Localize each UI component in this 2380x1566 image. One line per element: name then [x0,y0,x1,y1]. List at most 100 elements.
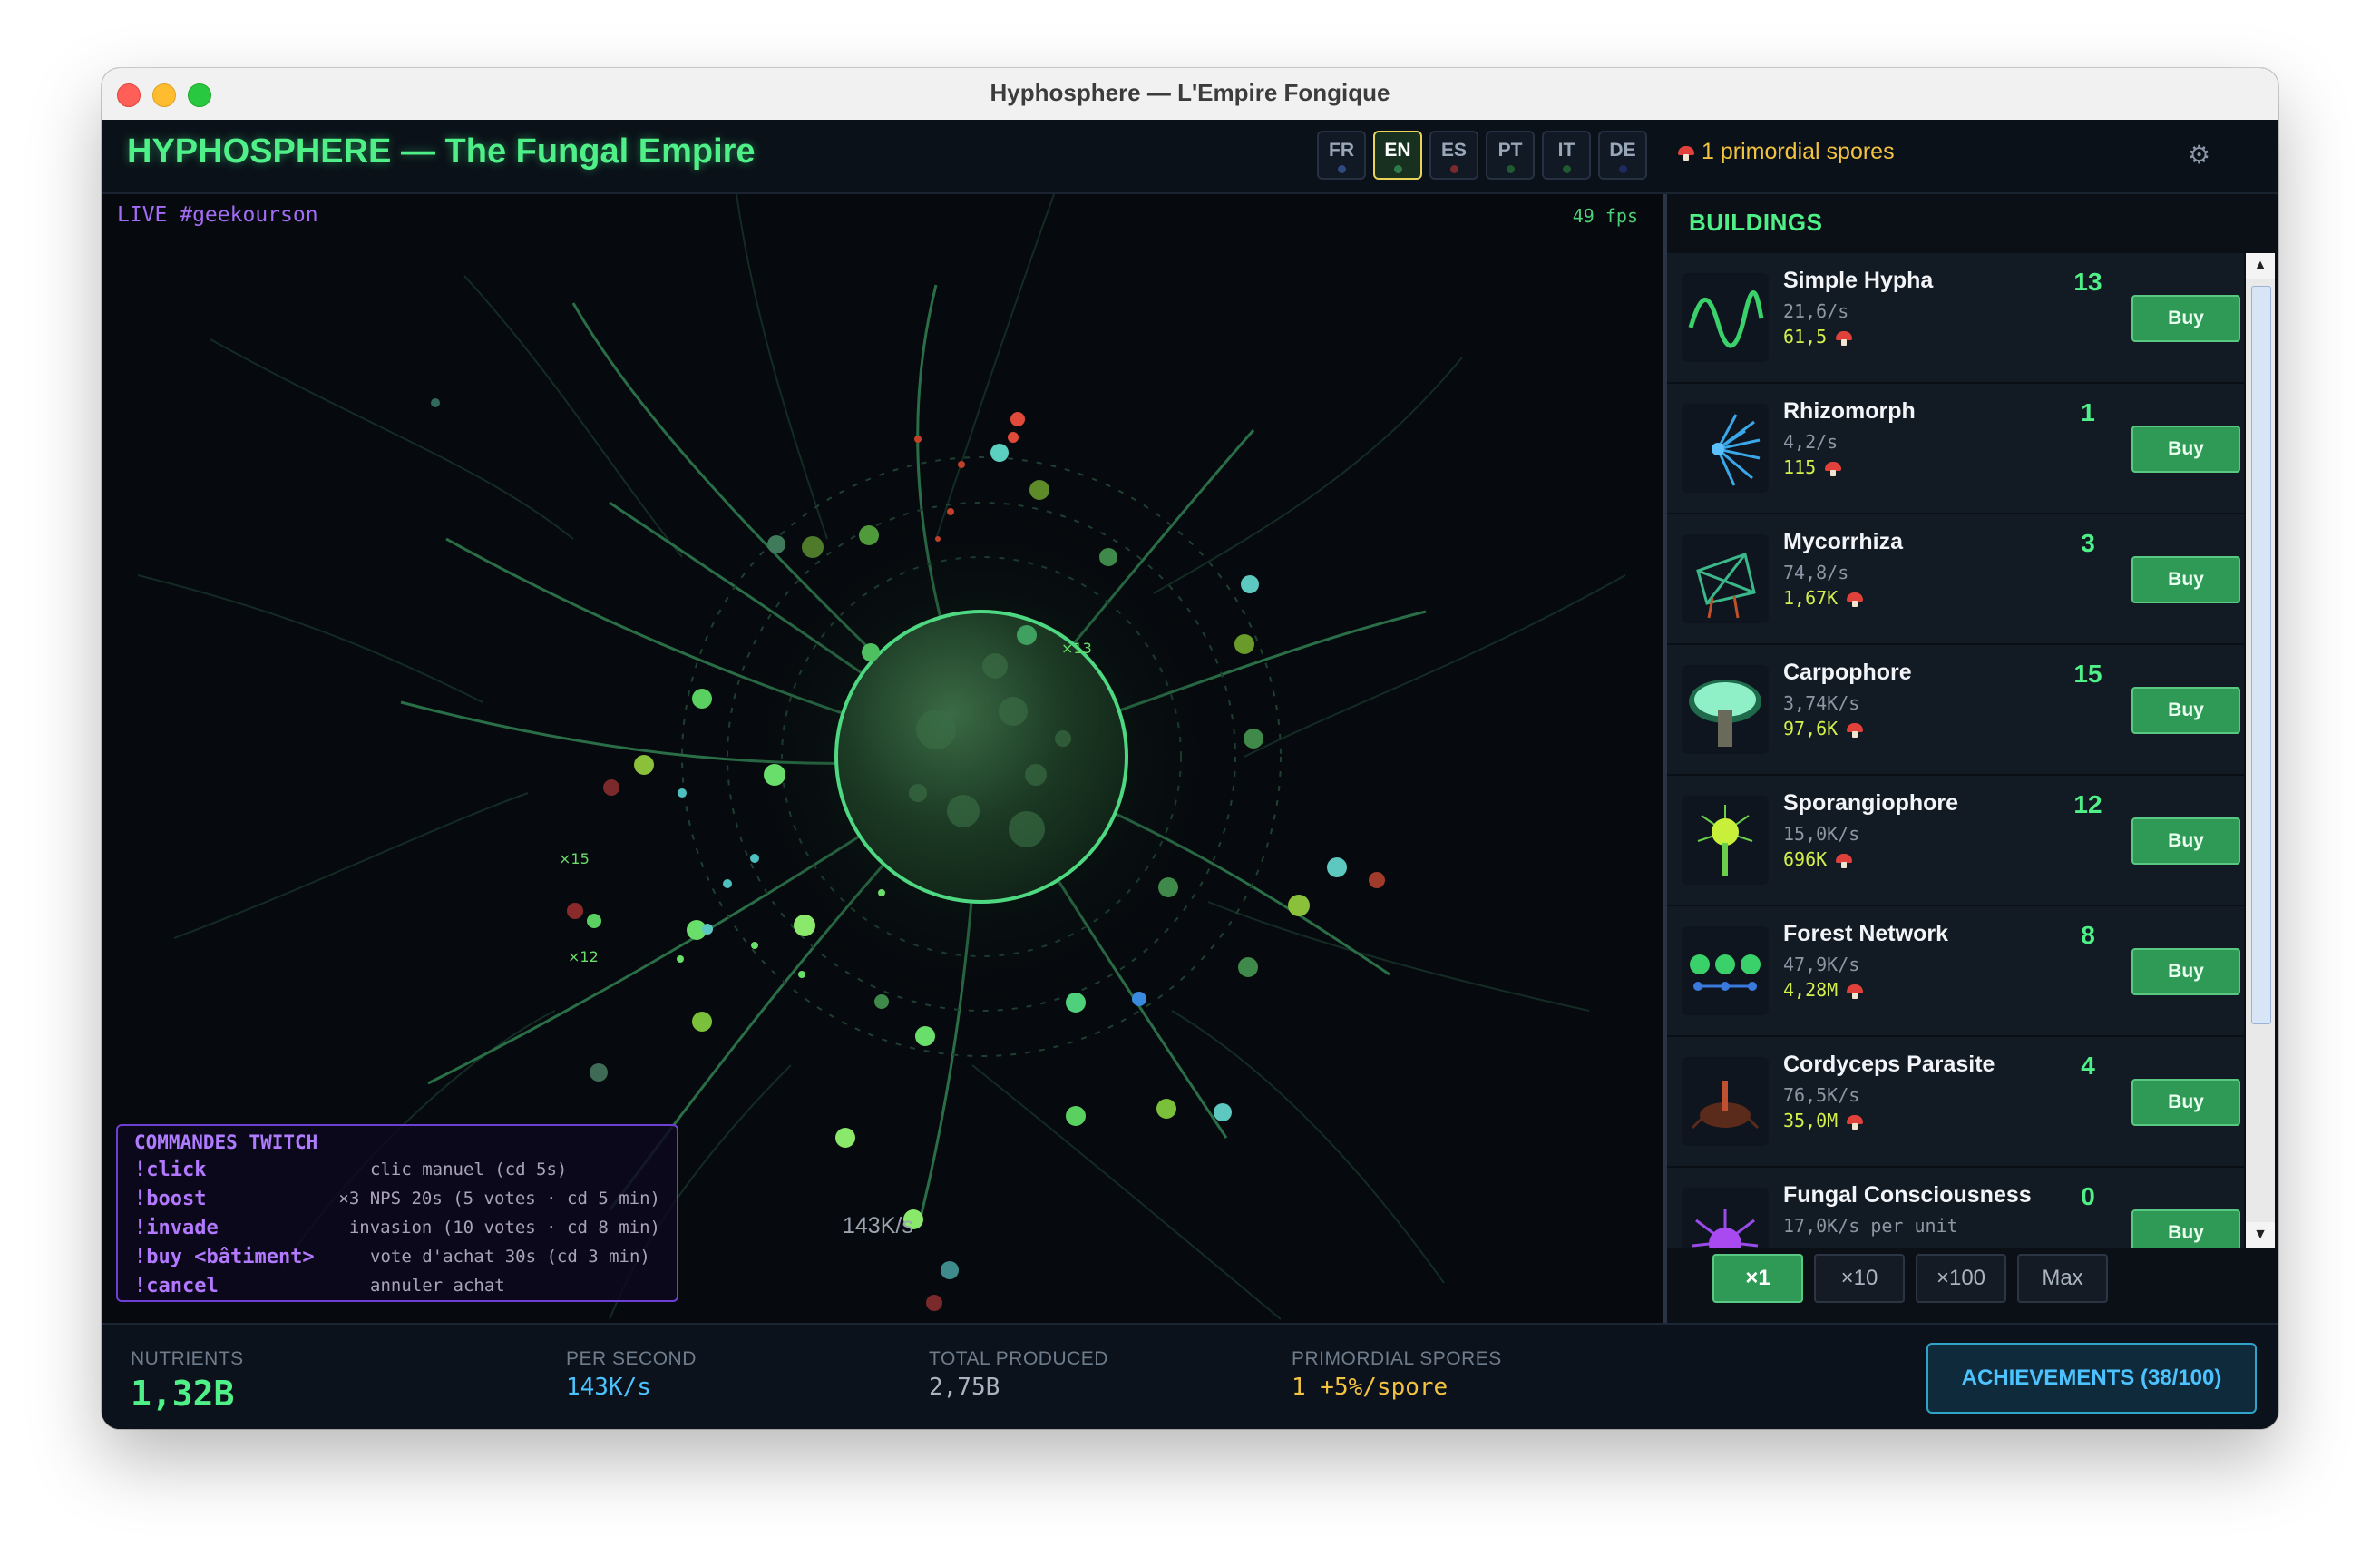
mycorrhiza-icon [1682,534,1769,623]
command-description: annuler achat [370,1276,505,1296]
buildings-panel: BUILDINGS Simple Hypha 21,6/s 61,5 13 Bu… [1667,194,2278,1323]
lang-code: ES [1440,140,1467,161]
spores-text: 1 primordial spores [1702,139,1895,164]
title-bar: Hyphosphere — L'Empire Fongique [102,68,2278,121]
mushroom-icon [1847,592,1864,607]
command-name: !cancel [134,1274,219,1297]
command-name: !click [134,1158,207,1181]
cordyceps-icon [1682,1057,1769,1146]
lang-pt-button[interactable]: PT [1486,131,1535,180]
multiplier-tag: ×15 [559,850,590,867]
cost-value: 115 [1783,456,1817,478]
primordial-spores-value: 1 +5%/spore [1292,1374,1448,1401]
lang-de-button[interactable]: DE [1598,131,1647,180]
lang-en-button[interactable]: EN [1373,131,1422,180]
game-header: HYPHOSPHERE — The Fungal Empire FR EN ES… [102,120,2278,194]
buildings-list: Simple Hypha 21,6/s 61,5 13 Buy Rhizomor… [1667,253,2244,1248]
cost-value: 61,5 [1783,326,1828,347]
building-row-sporangiophore: Sporangiophore 15,0K/s 696K 12 Buy [1667,776,2244,906]
building-rate: 15,0K/s [1783,823,1860,845]
twitch-command-row: !click clic manuel (cd 5s) [134,1155,660,1184]
multiplier-x10-button[interactable]: ×10 [1814,1254,1905,1303]
building-row-cordyceps-parasite: Cordyceps Parasite 76,5K/s 35,0M 4 Buy [1667,1037,2244,1168]
cost-value: 4,28M [1783,979,1839,1001]
building-row-carpophore: Carpophore 3,74K/s 97,6K 15 Buy [1667,645,2244,776]
buy-button[interactable]: Buy [2131,556,2240,603]
buy-button[interactable]: Buy [2131,426,2240,473]
buy-button[interactable]: Buy [2131,295,2240,342]
consciousness-icon [1682,1188,1769,1248]
command-name: !boost [134,1187,207,1210]
stat-total-produced: TOTAL PRODUCED 2,75B [929,1348,1108,1401]
game-title: HYPHOSPHERE — The Fungal Empire [127,132,756,171]
buildings-scrollbar[interactable]: ▲ ▼ [2246,253,2275,1248]
game-canvas[interactable]: ×13 ×15 ×12 LIVE #geekourson 49 fps 143K… [102,194,1663,1323]
stat-label: PER SECOND [566,1348,697,1369]
multiplier-max-button[interactable]: Max [2017,1254,2108,1303]
window-title: Hyphosphere — L'Empire Fongique [990,79,1390,106]
building-name: Fungal Consciousness [1783,1182,2032,1208]
building-rate: 17,0K/s per unit [1783,1215,1958,1237]
building-cost: 35,0M [1783,1110,1870,1131]
lang-code: EN [1384,140,1411,161]
lang-it-button[interactable]: IT [1542,131,1591,180]
building-count: 13 [2073,268,2102,296]
buy-button[interactable]: Buy [2131,817,2240,865]
buy-button[interactable]: Buy [2131,1209,2240,1248]
building-rate: 3,74K/s [1783,692,1860,714]
twitch-command-row: !cancel annuler achat [134,1271,660,1300]
building-row-forest-network: Forest Network 47,9K/s 4,28M 8 Buy [1667,906,2244,1037]
building-row-fungal-consciousness: Fungal Consciousness 17,0K/s per unit 0 … [1667,1168,2244,1248]
building-count: 3 [2081,529,2095,557]
fps-counter: 49 fps [1572,205,1638,227]
building-name: Sporangiophore [1783,790,1959,816]
mushroom-icon [1847,723,1864,738]
twitch-command-row: !boost ×3 NPS 20s (5 votes · cd 5 min) [134,1184,660,1213]
mushroom-icon [1836,854,1853,868]
achievements-button[interactable]: ACHIEVEMENTS (38/100) [1926,1343,2257,1414]
twitch-command-row: !buy <bâtiment> vote d'achat 30s (cd 3 mi… [134,1242,660,1271]
buy-button[interactable]: Buy [2131,687,2240,734]
building-row-rhizomorph: Rhizomorph 4,2/s 115 1 Buy [1667,384,2244,514]
scroll-up-icon[interactable]: ▲ [2246,253,2275,279]
mushroom-icon [1836,331,1853,346]
app-window: Hyphosphere — L'Empire Fongique HYPHOSPH… [102,68,2278,1429]
scroll-thumb[interactable] [2251,286,2271,1024]
lang-code: PT [1497,140,1523,161]
lang-es-button[interactable]: ES [1429,131,1478,180]
lang-fr-button[interactable]: FR [1317,131,1366,180]
building-name: Mycorrhiza [1783,529,1903,554]
building-cost: 4,28M [1783,979,1870,1001]
language-selector: FR EN ES PT IT DE [1317,131,1647,180]
flag-dot-icon [1507,165,1515,173]
stat-nutrients: NUTRIENTS 1,32B [131,1348,244,1414]
flag-dot-icon [1338,165,1346,173]
mushroom-icon [1847,984,1864,999]
twitch-panel-title: COMMANDES TWITCH [134,1131,318,1153]
multiplier-x1-button[interactable]: ×1 [1712,1254,1803,1303]
scroll-down-icon[interactable]: ▼ [2246,1222,2275,1248]
multiplier-x100-button[interactable]: ×100 [1916,1254,2006,1303]
buy-button[interactable]: Buy [2131,948,2240,995]
hypha-icon [1682,273,1769,362]
live-channel-label: LIVE #geekourson [117,203,318,227]
building-count: 0 [2081,1182,2095,1210]
twitch-commands-panel: COMMANDES TWITCH !click clic manuel (cd 5… [116,1124,678,1302]
buy-button[interactable]: Buy [2131,1079,2240,1126]
building-cost: 115 [1783,456,1848,478]
building-count: 4 [2081,1052,2095,1080]
command-description: clic manuel (cd 5s) [370,1160,568,1179]
total-produced-value: 2,75B [929,1374,1000,1401]
stat-per-second: PER SECOND 143K/s [566,1348,697,1401]
building-cost: 696K [1783,848,1859,870]
buildings-title: BUILDINGS [1689,209,1823,236]
gear-icon[interactable]: ⚙ [2188,140,2210,170]
mushroom-icon [1847,1115,1864,1130]
flag-dot-icon [1394,165,1402,173]
building-name: Forest Network [1783,921,1948,946]
building-cost: 61,5 [1783,326,1859,347]
building-rate: 76,5K/s [1783,1084,1860,1106]
stat-primordial-spores: PRIMORDIAL SPORES 1 +5%/spore [1292,1348,1502,1401]
flag-dot-icon [1450,165,1458,173]
lang-code: FR [1329,140,1354,161]
